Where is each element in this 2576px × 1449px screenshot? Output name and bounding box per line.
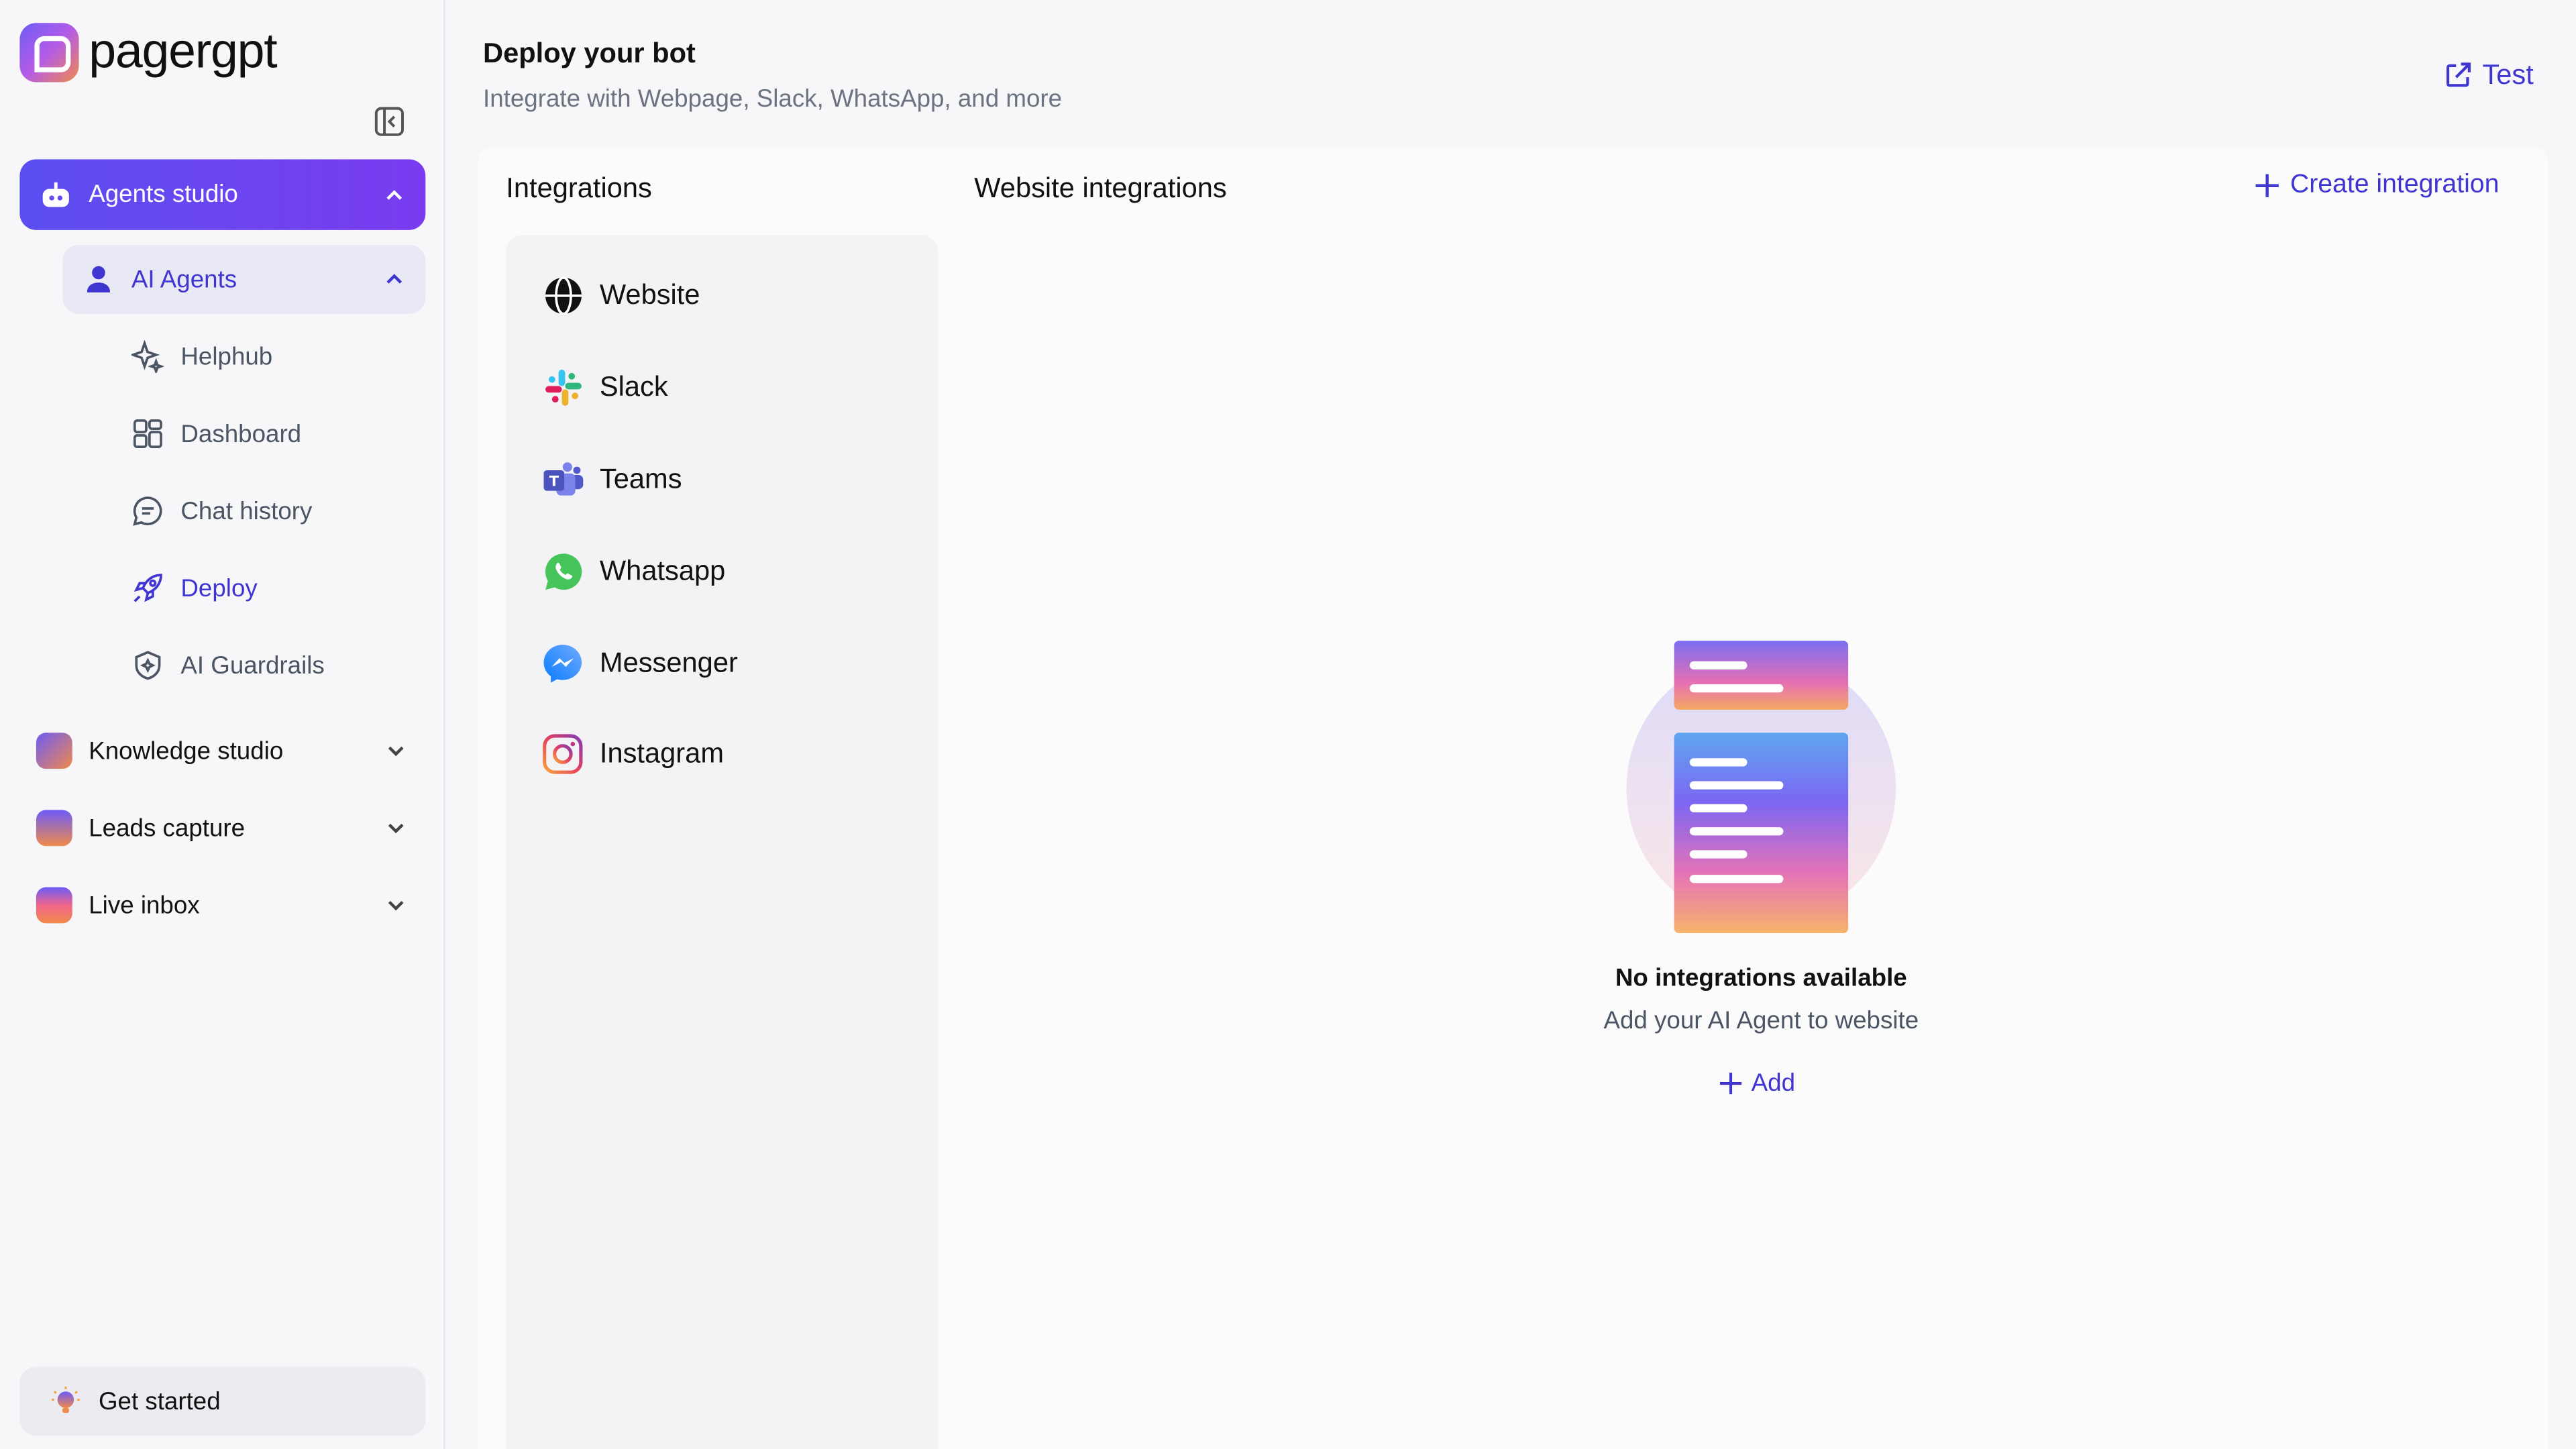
integration-label: Teams	[599, 463, 682, 495]
svg-text:T: T	[549, 473, 559, 490]
page-subtitle: Integrate with Webpage, Slack, WhatsApp,…	[483, 85, 1063, 113]
test-label: Test	[2482, 59, 2534, 91]
globe-icon	[542, 275, 583, 316]
get-started-label: Get started	[98, 1387, 221, 1415]
chevron-up-icon	[386, 189, 402, 199]
sidebar-item-ai-guardrails[interactable]: AI Guardrails	[131, 645, 325, 685]
messenger-icon	[542, 643, 583, 684]
integration-label: Website	[599, 279, 700, 311]
sidebar-item-helphub[interactable]: Helphub	[131, 337, 272, 376]
chevron-up-icon	[386, 274, 402, 284]
chevron-down-icon	[388, 900, 404, 911]
logo[interactable]: pagergpt	[19, 23, 278, 83]
integration-label: Whatsapp	[599, 555, 726, 587]
website-integrations-title: Website integrations	[974, 172, 1227, 204]
empty-state-illustration	[1626, 641, 1896, 934]
empty-state-subtitle: Add your AI Agent to website	[1603, 1007, 1919, 1035]
instagram-icon	[542, 733, 583, 774]
integration-item-teams[interactable]: T Teams	[542, 458, 682, 501]
sidebar-item-label: Knowledge studio	[89, 737, 284, 765]
sidebar-item-label: AI Guardrails	[180, 651, 325, 680]
lightbulb-icon	[52, 1386, 80, 1413]
sidebar-item-label: Live inbox	[89, 891, 200, 920]
sidebar-item-dashboard[interactable]: Dashboard	[131, 414, 301, 453]
sidebar-item-deploy[interactable]: Deploy	[131, 568, 258, 608]
test-button[interactable]: Test	[2443, 59, 2534, 92]
empty-state-title: No integrations available	[1615, 964, 1907, 993]
whatsapp-icon	[542, 551, 583, 592]
integration-label: Slack	[599, 371, 668, 403]
app-content: pagergpt Agents studio AI Agents Helphub…	[0, 0, 2576, 1449]
sparkle-icon	[131, 339, 164, 373]
integration-item-messenger[interactable]: Messenger	[542, 643, 738, 686]
chevron-down-icon	[388, 746, 404, 757]
get-started-button[interactable]: Get started	[19, 1366, 426, 1436]
sidebar-item-live-inbox[interactable]: Live inbox	[36, 885, 407, 925]
create-integration-label: Create integration	[2290, 170, 2500, 199]
sidebar-item-chat-history[interactable]: Chat history	[131, 491, 313, 531]
slack-icon	[542, 367, 583, 408]
user-icon	[87, 266, 111, 292]
integration-label: Messenger	[599, 647, 738, 679]
inbox-icon	[36, 887, 72, 924]
add-label: Add	[1751, 1069, 1796, 1097]
rocket-icon	[131, 572, 164, 604]
plus-icon	[1719, 1073, 1742, 1095]
app-window: pagergpt Agents studio AI Agents Helphub…	[0, 0, 2576, 1449]
logo-mark-icon	[19, 23, 79, 83]
chat-icon	[131, 494, 164, 527]
create-integration-button[interactable]: Create integration	[2254, 171, 2499, 201]
integrations-title: Integrations	[506, 172, 652, 204]
sidebar: pagergpt Agents studio AI Agents Helphub…	[0, 0, 445, 1449]
sidebar-collapse-icon	[374, 107, 404, 136]
integration-item-slack[interactable]: Slack	[542, 366, 668, 409]
external-link-icon	[2446, 62, 2471, 87]
integration-item-whatsapp[interactable]: Whatsapp	[542, 550, 725, 593]
sidebar-item-leads-capture[interactable]: Leads capture	[36, 808, 407, 848]
sidebar-item-label: Agents studio	[89, 180, 238, 209]
plus-icon	[2255, 174, 2279, 197]
sidebar-item-agents-studio[interactable]: Agents studio	[19, 159, 426, 230]
folder-icon	[36, 733, 72, 769]
contact-icon	[36, 810, 72, 847]
shield-icon	[131, 649, 164, 682]
collapse-sidebar-button[interactable]	[371, 103, 407, 140]
integration-label: Instagram	[599, 737, 724, 769]
sidebar-item-ai-agents[interactable]: AI Agents	[62, 244, 426, 314]
sidebar-item-label: Chat history	[180, 496, 313, 525]
add-button[interactable]: Add	[1719, 1069, 1795, 1097]
teams-icon: T	[542, 459, 584, 500]
integration-item-instagram[interactable]: Instagram	[542, 733, 724, 775]
page-title: Deploy your bot	[483, 38, 696, 69]
integrations-list	[506, 235, 938, 1449]
chevron-down-icon	[388, 823, 404, 834]
sidebar-item-label: AI Agents	[131, 265, 237, 294]
sidebar-item-label: Deploy	[180, 574, 258, 602]
logo-text: pagergpt	[89, 24, 277, 79]
robot-icon	[42, 181, 69, 207]
grid-icon	[131, 417, 164, 450]
integration-item-website[interactable]: Website	[542, 274, 700, 317]
sidebar-item-label: Dashboard	[180, 419, 302, 448]
sidebar-item-knowledge-studio[interactable]: Knowledge studio	[36, 731, 407, 771]
sidebar-item-label: Helphub	[180, 342, 273, 371]
sidebar-item-label: Leads capture	[89, 814, 246, 843]
